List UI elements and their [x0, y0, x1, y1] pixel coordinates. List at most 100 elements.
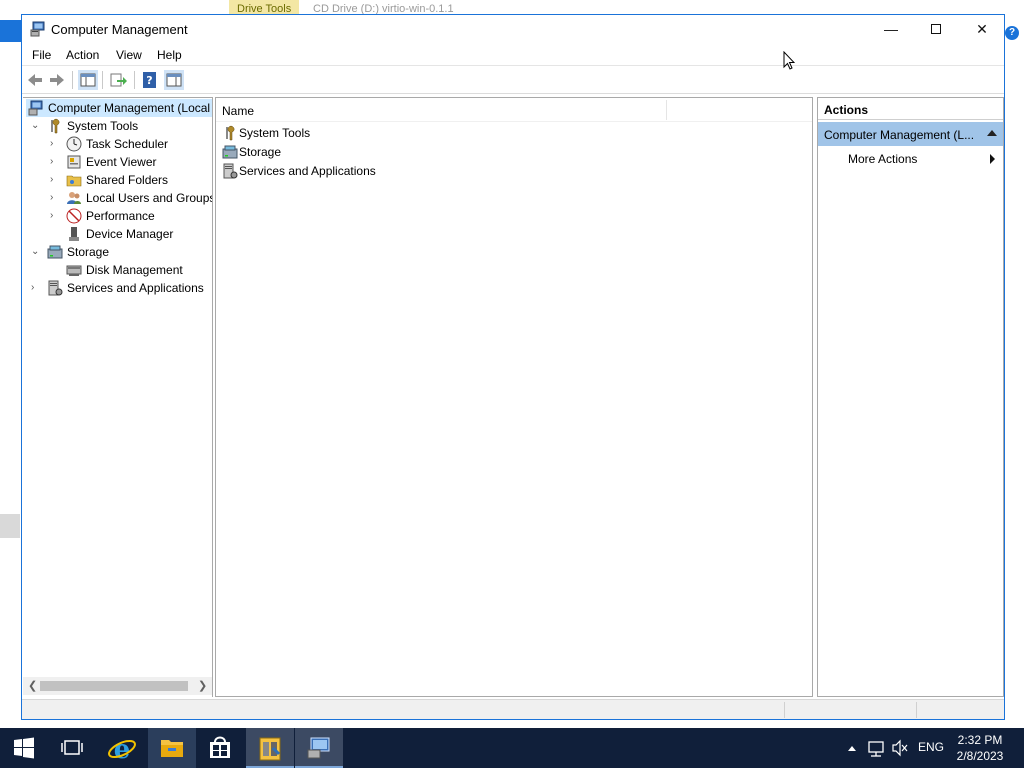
show-hidden-icons-chevron-icon[interactable]: [845, 728, 859, 768]
maximize-icon: [931, 24, 941, 34]
toolbar-separator: [134, 71, 135, 89]
chevron-right-icon[interactable]: ›: [50, 174, 60, 185]
network-icon[interactable]: [866, 728, 886, 768]
tree-item-label: Device Manager: [86, 227, 174, 241]
task-view-button[interactable]: [48, 728, 96, 768]
list-item-label: Storage: [239, 145, 282, 159]
column-header-row: Name: [216, 98, 812, 122]
results-pane[interactable]: Name System Tools Storage Services and A…: [215, 97, 813, 697]
start-button[interactable]: [0, 728, 48, 768]
tree-item-label: Task Scheduler: [86, 137, 169, 151]
help-icon[interactable]: ?: [140, 70, 160, 90]
menu-file[interactable]: File: [32, 48, 51, 62]
tree-item-storage[interactable]: ⌄ Storage: [26, 243, 212, 261]
tree-item-performance[interactable]: › Performance: [26, 207, 212, 225]
menu-help[interactable]: Help: [157, 48, 182, 62]
console-tree-pane[interactable]: Computer Management (Local ⌄ System Tool…: [23, 97, 213, 697]
actions-header: Actions: [818, 98, 1003, 120]
tree-horizontal-scrollbar[interactable]: ❮ ❯: [23, 677, 212, 695]
tree-item-services-applications[interactable]: › Services and Applications: [26, 279, 212, 297]
menu-bar: File Action View Help: [22, 45, 1004, 66]
toolbar-separator: [102, 71, 103, 89]
column-divider[interactable]: [666, 100, 667, 120]
clock-date: 2/8/2023: [956, 749, 1004, 763]
toolbar-separator: [72, 71, 73, 89]
minimize-icon: —: [884, 21, 898, 37]
close-button[interactable]: ✕: [959, 15, 1005, 45]
tree-item-computer-management[interactable]: Computer Management (Local: [26, 99, 212, 117]
titlebar[interactable]: Computer Management — ✕: [22, 15, 1004, 45]
background-help-icon[interactable]: ?: [1005, 26, 1019, 40]
tree-item-device-manager[interactable]: Device Manager: [26, 225, 212, 243]
background-ribbon-file-tab[interactable]: [0, 20, 22, 42]
storage-icon: [47, 245, 63, 259]
scroll-right-icon[interactable]: ❯: [198, 679, 207, 692]
system-tools-icon: [226, 125, 235, 141]
tree-item-local-users-groups[interactable]: › Local Users and Groups: [26, 189, 212, 207]
storage-icon: [222, 145, 238, 159]
maximize-button[interactable]: [913, 15, 959, 45]
column-header-name[interactable]: Name: [222, 104, 254, 118]
list-item-label: Services and Applications: [239, 164, 376, 178]
back-arrow-icon[interactable]: [25, 70, 45, 90]
volume-muted-icon[interactable]: [890, 728, 910, 768]
collapse-up-icon[interactable]: [987, 130, 997, 136]
svg-text:e: e: [114, 735, 131, 765]
computer-management-icon: [28, 100, 43, 116]
taskbar-internet-explorer[interactable]: e: [98, 728, 146, 768]
tree-item-label: Storage: [67, 245, 110, 259]
tree-item-label: System Tools: [67, 119, 139, 133]
scrollbar-thumb[interactable]: [40, 681, 188, 691]
chevron-right-icon[interactable]: ›: [50, 138, 60, 149]
submenu-arrow-icon[interactable]: [990, 154, 995, 164]
services-applications-icon: [223, 163, 238, 179]
event-viewer-icon: [67, 155, 81, 169]
export-list-icon[interactable]: [108, 70, 128, 90]
status-bar: [22, 699, 1004, 719]
chevron-right-icon[interactable]: ›: [50, 210, 60, 221]
show-hide-action-pane-icon[interactable]: [164, 70, 184, 90]
computer-management-icon: [307, 737, 330, 759]
chevron-right-icon[interactable]: ›: [50, 156, 60, 167]
computer-management-window: Computer Management — ✕ File Action View…: [21, 14, 1005, 720]
system-clock[interactable]: 2:32 PM 2/8/2023: [954, 732, 1006, 764]
tree-item-label: Performance: [86, 209, 155, 223]
tree-item-label: Local Users and Groups: [86, 191, 213, 205]
tree-item-disk-management[interactable]: Disk Management: [26, 261, 212, 279]
chevron-right-icon[interactable]: ›: [50, 192, 60, 203]
menu-action[interactable]: Action: [66, 48, 99, 62]
menu-view[interactable]: View: [116, 48, 142, 62]
window-title: Computer Management: [51, 22, 188, 37]
taskbar-store[interactable]: [196, 728, 244, 768]
device-manager-icon: [69, 227, 79, 241]
task-view-icon: [61, 740, 83, 755]
status-divider: [784, 702, 785, 718]
minimize-button[interactable]: —: [868, 15, 914, 45]
chevron-down-icon[interactable]: ⌄: [31, 120, 41, 131]
taskbar-file-explorer[interactable]: [148, 728, 196, 768]
folder-icon: [161, 740, 183, 757]
close-icon: ✕: [976, 21, 988, 37]
chevron-right-icon[interactable]: ›: [31, 282, 41, 293]
actions-pane: Actions Computer Management (L... More A…: [817, 97, 1004, 697]
store-icon: [210, 736, 230, 758]
tree-item-event-viewer[interactable]: › Event Viewer: [26, 153, 212, 171]
tree-item-system-tools[interactable]: ⌄ System Tools: [26, 117, 212, 135]
show-hide-console-tree-icon[interactable]: [78, 70, 98, 90]
windows-logo-icon: [14, 737, 34, 759]
input-language-indicator[interactable]: ENG: [918, 740, 944, 756]
system-tools-icon: [51, 118, 60, 134]
taskbar-computer-management[interactable]: [295, 728, 343, 768]
disk-management-icon: [66, 265, 82, 276]
taskbar-server-manager[interactable]: [246, 728, 294, 768]
tree-item-shared-folders[interactable]: › Shared Folders: [26, 171, 212, 189]
forward-arrow-icon[interactable]: [47, 70, 67, 90]
scroll-left-icon[interactable]: ❮: [28, 679, 37, 692]
services-applications-icon: [48, 280, 63, 296]
background-nav-item[interactable]: [0, 514, 20, 538]
chevron-down-icon[interactable]: ⌄: [31, 246, 41, 257]
more-actions-item[interactable]: More Actions: [848, 152, 917, 166]
tree-item-label: Services and Applications: [67, 281, 204, 295]
tree-item-task-scheduler[interactable]: › Task Scheduler: [26, 135, 212, 153]
actions-section-computer-management[interactable]: Computer Management (L...: [818, 122, 1003, 146]
